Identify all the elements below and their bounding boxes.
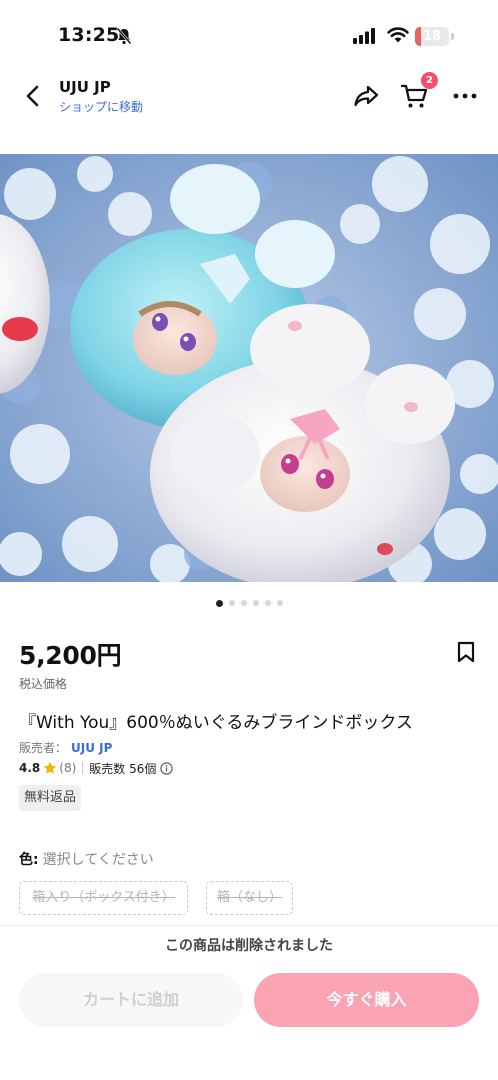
option-with-box[interactable]: 箱入り（ボックス付き） [19, 881, 188, 915]
carousel-indicator [0, 600, 498, 610]
battery-indicator: 18 [415, 27, 449, 46]
seller-row: 販売者： UJU JP [19, 739, 112, 756]
battery-percentage: 18 [422, 29, 442, 44]
product-deleted-notice: この商品は削除されました [165, 938, 333, 954]
shop-name[interactable]: UJU JP [59, 78, 111, 96]
color-label: 色: [19, 852, 39, 868]
bell-muted-icon [116, 27, 132, 45]
share-icon[interactable] [352, 82, 380, 110]
carousel-dot[interactable] [215, 600, 223, 607]
back-arrow-icon[interactable] [20, 82, 46, 110]
color-selector-row: 色: 選択してください [19, 849, 154, 869]
carousel-dot[interactable] [228, 600, 235, 606]
more-options-icon[interactable] [452, 84, 478, 108]
tax-included-label: 税込価格 [19, 677, 68, 691]
product-photo-illustration [0, 154, 498, 582]
buy-now-button[interactable]: 今すぐ購入 [254, 973, 479, 1027]
cellular-signal-icon [353, 28, 375, 44]
seller-name-link[interactable]: UJU JP [71, 741, 112, 755]
status-bar: 13:25 18 [0, 0, 498, 74]
carousel-dot[interactable] [252, 600, 259, 606]
go-to-shop-link[interactable]: ショップに移動 [59, 98, 143, 115]
cart-count-badge: 2 [421, 72, 438, 89]
product-title: 『With You』600％ぬいぐるみブラインドボックス [19, 713, 413, 733]
divider [0, 925, 498, 926]
battery-cap [451, 33, 454, 40]
product-image[interactable] [0, 154, 498, 582]
add-to-cart-button[interactable]: カートに追加 [19, 973, 243, 1027]
divider [82, 762, 84, 774]
rating-row: 4.8 (8) 販売数 56個 [19, 759, 174, 777]
free-return-badge: 無料返品 [19, 785, 82, 811]
carousel-dot[interactable] [264, 600, 271, 606]
rating-value: 4.8 [19, 761, 41, 775]
wifi-icon [387, 27, 409, 43]
status-time: 13:25 [58, 24, 120, 46]
star-icon [43, 761, 57, 774]
seller-label: 販売者： [19, 741, 68, 755]
option-no-box[interactable]: 箱（なし） [206, 881, 293, 915]
review-count[interactable]: (8) [59, 761, 76, 775]
color-placeholder: 選択してください [42, 852, 154, 868]
bookmark-icon[interactable] [455, 640, 477, 664]
sales-count: 販売数 56個 [89, 761, 157, 776]
shop-header: UJU JP ショップに移動 2 [0, 72, 498, 144]
product-price: 5,200円 [19, 641, 122, 670]
carousel-dot[interactable] [240, 600, 247, 606]
carousel-dot[interactable] [276, 600, 283, 606]
info-icon[interactable] [160, 761, 174, 775]
